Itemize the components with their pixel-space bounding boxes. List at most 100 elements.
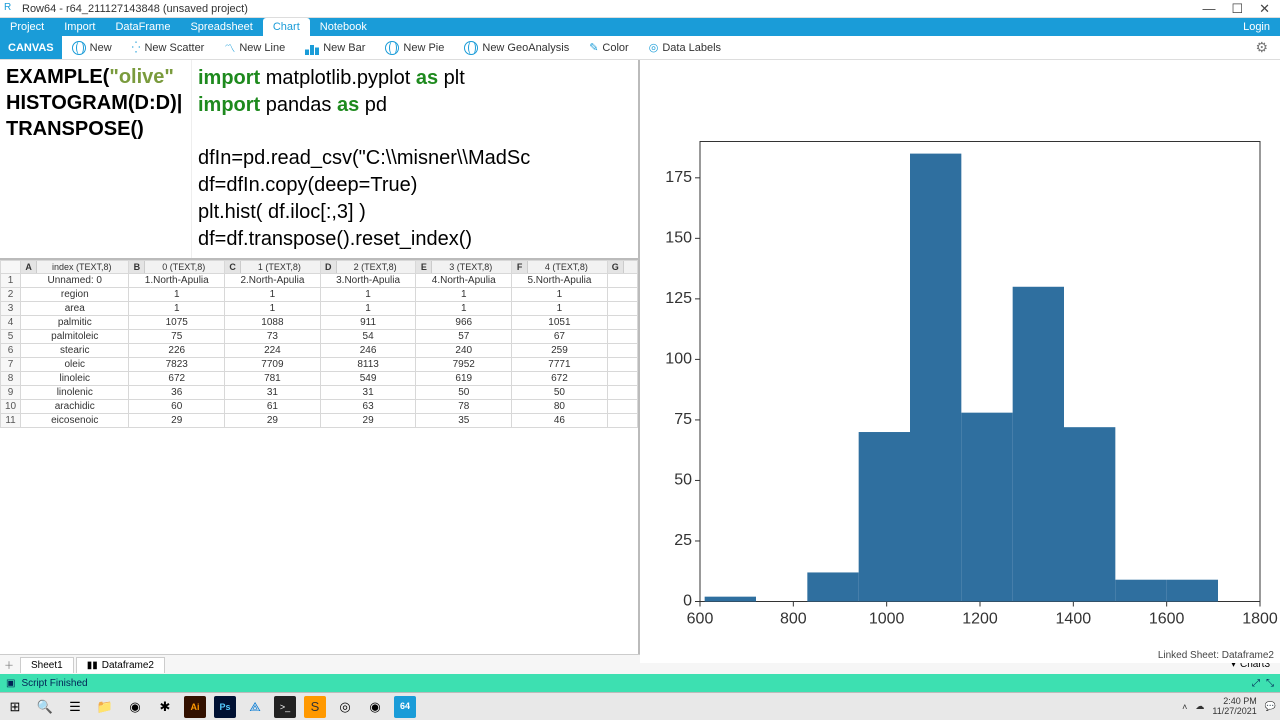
data-labels-button[interactable]: ◎Data Labels — [639, 41, 731, 54]
new-button[interactable]: New — [62, 41, 122, 55]
slack-icon[interactable]: ✱ — [154, 696, 176, 718]
table-row[interactable]: 7oleic78237709811379527771 — [1, 358, 638, 372]
menu-import[interactable]: Import — [54, 18, 105, 36]
script-status-bar: ▣ Script Finished ⤢ ⤡ — [0, 674, 1280, 692]
row64-icon[interactable]: 64 — [394, 696, 416, 718]
system-clock[interactable]: 2:40 PM 11/27/2021 — [1212, 697, 1256, 716]
col-header[interactable]: D2 (TEXT,8) — [320, 261, 416, 274]
bar-icon — [305, 41, 319, 55]
svg-text:175: 175 — [665, 169, 692, 186]
vscode-icon[interactable]: ⟁ — [244, 696, 266, 718]
close-button[interactable]: ✕ — [1259, 1, 1270, 17]
svg-text:600: 600 — [687, 611, 714, 628]
svg-text:1600: 1600 — [1149, 611, 1185, 628]
table-row[interactable]: 1Unnamed: 01.North-Apulia2.North-Apulia3… — [1, 274, 638, 288]
expand-icon[interactable]: ⤢ — [1252, 678, 1260, 689]
svg-text:125: 125 — [665, 290, 692, 307]
add-sheet-button[interactable]: ＋ — [0, 657, 18, 672]
svg-text:1200: 1200 — [962, 611, 998, 628]
menu-bar: Project Import DataFrame Spreadsheet Cha… — [0, 18, 1280, 36]
notification-icon[interactable]: 💬 — [1265, 701, 1276, 712]
tab-sheet1[interactable]: Sheet1 — [20, 657, 74, 673]
pie-icon — [385, 41, 399, 55]
collapse-icon[interactable]: ⤡ — [1266, 678, 1274, 689]
search-button[interactable]: 🔍 — [34, 696, 56, 718]
settings-gear-icon[interactable]: ⚙ — [1243, 39, 1280, 56]
table-row[interactable]: 8linoleic672781549619672 — [1, 372, 638, 386]
table-row[interactable]: 5palmitoleic7573545767 — [1, 330, 638, 344]
new-scatter-button[interactable]: ⁛New Scatter — [122, 41, 215, 54]
col-header[interactable]: G — [607, 261, 637, 274]
table-row[interactable]: 9linolenic3631315050 — [1, 386, 638, 400]
table-row[interactable]: 3area11111 — [1, 302, 638, 316]
app-icon: R — [4, 2, 18, 16]
pause-icon: ▮▮ — [87, 660, 98, 671]
windows-taskbar: ⊞ 🔍 ☰ 📁 ◉ ✱ Ai Ps ⟁ >_ S ◎ ◉ 64 ˄ ☁ 2:40… — [0, 692, 1280, 720]
script-status-text: Script Finished — [21, 678, 87, 689]
svg-text:1400: 1400 — [1056, 611, 1092, 628]
window-title: Row64 - r64_211127143848 (unsaved projec… — [22, 3, 1202, 15]
canvas-button[interactable]: CANVAS — [0, 36, 62, 59]
new-line-button[interactable]: 〽New Line — [214, 40, 295, 56]
svg-text:100: 100 — [665, 350, 692, 367]
new-bar-button[interactable]: New Bar — [295, 41, 375, 55]
spreadsheet[interactable]: Aindex (TEXT,8)B0 (TEXT,8)C1 (TEXT,8)D2 … — [0, 260, 638, 654]
chart-canvas[interactable]: 0 25 50 75 100 125 150 175 600 800 1000 1200 1400 160… — [640, 60, 1280, 663]
col-header[interactable]: Aindex (TEXT,8) — [21, 261, 129, 274]
label-icon: ◎ — [649, 41, 659, 54]
col-header[interactable]: B0 (TEXT,8) — [129, 261, 225, 274]
col-header[interactable]: E3 (TEXT,8) — [416, 261, 512, 274]
menu-chart[interactable]: Chart — [263, 18, 310, 36]
svg-text:1800: 1800 — [1242, 611, 1278, 628]
svg-text:50: 50 — [674, 471, 692, 488]
new-geo-button[interactable]: New GeoAnalysis — [454, 41, 579, 55]
tab-dataframe2[interactable]: ▮▮Dataframe2 — [76, 657, 165, 673]
menu-spreadsheet[interactable]: Spreadsheet — [180, 18, 262, 36]
menu-project[interactable]: Project — [0, 18, 54, 36]
table-row[interactable]: 11eicosenoic2929293546 — [1, 414, 638, 428]
window-titlebar: R Row64 - r64_211127143848 (unsaved proj… — [0, 0, 1280, 18]
col-header[interactable]: C1 (TEXT,8) — [225, 261, 321, 274]
table-row[interactable]: 4palmitic107510889119661051 — [1, 316, 638, 330]
explorer-icon[interactable]: 📁 — [94, 696, 116, 718]
app-icon[interactable]: ◉ — [364, 696, 386, 718]
scatter-icon: ⁛ — [132, 41, 141, 54]
table-row[interactable]: 6stearic226224246240259 — [1, 344, 638, 358]
linked-sheet-label: Linked Sheet: Dataframe2 — [1158, 650, 1274, 661]
python-panel[interactable]: import matplotlib.pyplot as plt import p… — [192, 60, 638, 258]
line-icon: 〽 — [224, 40, 235, 56]
minimize-button[interactable]: ― — [1202, 1, 1215, 17]
brush-icon: ✎ — [589, 41, 598, 54]
svg-text:150: 150 — [665, 229, 692, 246]
menu-dataframe[interactable]: DataFrame — [105, 18, 180, 36]
macro-panel[interactable]: EXAMPLE("olive" HISTOGRAM(D:D)| TRANSPOS… — [0, 60, 192, 258]
svg-text:25: 25 — [674, 532, 692, 549]
sublime-icon[interactable]: S — [304, 696, 326, 718]
chart-toolbar: CANVAS New ⁛New Scatter 〽New Line New Ba… — [0, 36, 1280, 60]
globe-icon — [464, 41, 478, 55]
col-header[interactable]: F4 (TEXT,8) — [512, 261, 608, 274]
table-row[interactable]: 2region11111 — [1, 288, 638, 302]
login-link[interactable]: Login — [1233, 18, 1280, 36]
menu-notebook[interactable]: Notebook — [310, 18, 377, 36]
table-row[interactable]: 10arachidic6061637880 — [1, 400, 638, 414]
tray-chevron-icon[interactable]: ˄ — [1182, 702, 1187, 712]
color-button[interactable]: ✎Color — [579, 41, 639, 54]
code-area: EXAMPLE("olive" HISTOGRAM(D:D)| TRANSPOS… — [0, 60, 638, 260]
terminal-icon[interactable]: >_ — [274, 696, 296, 718]
task-view-button[interactable]: ☰ — [64, 696, 86, 718]
obs-icon[interactable]: ◎ — [334, 696, 356, 718]
svg-text:1000: 1000 — [869, 611, 905, 628]
maximize-button[interactable]: ☐ — [1231, 1, 1243, 17]
chrome-icon[interactable]: ◉ — [124, 696, 146, 718]
photoshop-icon[interactable]: Ps — [214, 696, 236, 718]
tray-cloud-icon[interactable]: ☁ — [1195, 701, 1204, 712]
new-pie-button[interactable]: New Pie — [375, 41, 454, 55]
illustrator-icon[interactable]: Ai — [184, 696, 206, 718]
terminal-icon: ▣ — [6, 678, 15, 689]
svg-text:800: 800 — [780, 611, 807, 628]
svg-text:75: 75 — [674, 411, 692, 428]
start-button[interactable]: ⊞ — [4, 696, 26, 718]
globe-icon — [72, 41, 86, 55]
svg-text:0: 0 — [683, 593, 692, 610]
